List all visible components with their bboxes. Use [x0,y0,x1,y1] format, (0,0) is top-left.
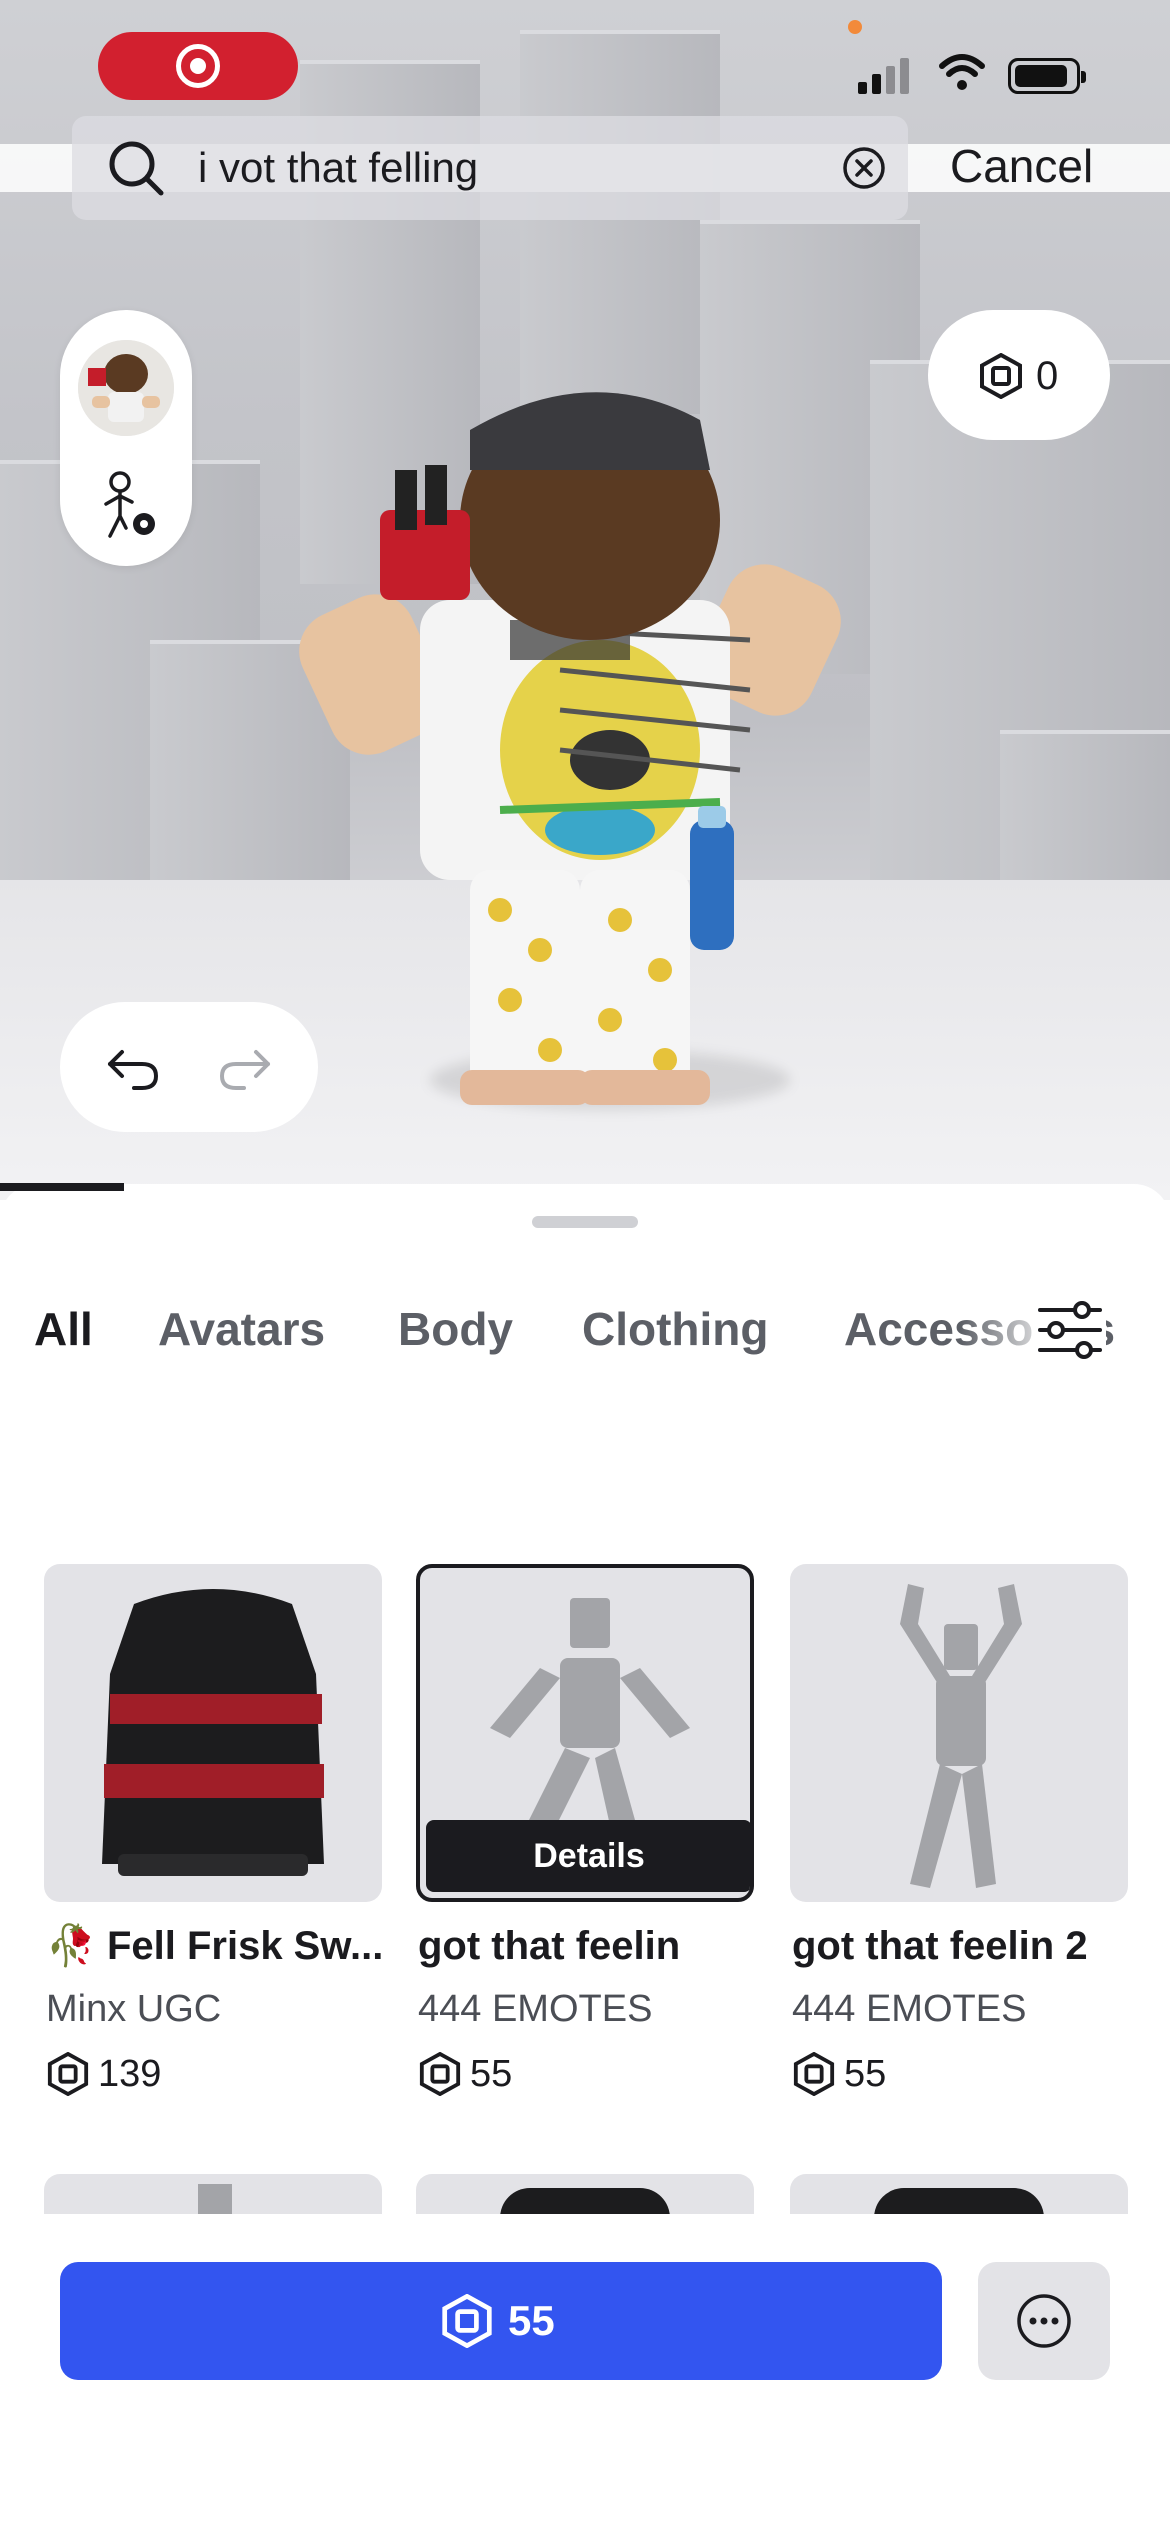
robux-icon [980,353,1022,399]
privacy-indicator-dot [848,20,862,34]
item-creator: Minx UGC [46,1988,222,2030]
item-creator: 444 EMOTES [418,1988,653,2030]
tab-clothing[interactable]: Clothing [582,1274,769,1384]
status-bar [0,0,1170,130]
tab-all[interactable]: All [34,1274,93,1384]
details-button[interactable]: Details [426,1820,750,1892]
battery-icon [1008,58,1086,94]
tab-body[interactable]: Body [398,1274,513,1384]
item-name: got that feelin 2 [792,1924,1088,1968]
wifi-icon [939,54,985,90]
buy-button[interactable]: 55 [60,2262,942,2380]
robux-icon [47,2052,89,2096]
robux-icon [442,2294,492,2348]
sweater-vest-image [102,1589,324,1876]
search-query-text[interactable]: i vot that felling [198,140,478,196]
item-name: got that feelin [418,1924,681,1968]
redo-icon[interactable] [210,1032,280,1102]
clothing-image [874,2188,1044,2214]
avatar-settings-icon[interactable] [96,470,160,542]
item-price: 139 [46,2048,161,2100]
more-options-icon [1017,2294,1071,2348]
item-thumbnail[interactable]: Details [416,1564,754,1902]
item-thumbnail[interactable] [790,1564,1128,1902]
search-icon [109,141,164,196]
next-row-preview [0,2174,1170,2214]
cancel-search-button[interactable]: Cancel [950,134,1093,198]
undo-redo-controls [60,1002,318,1132]
tab-avatars[interactable]: Avatars [158,1274,325,1384]
item-price: 55 [792,2048,886,2100]
undo-icon[interactable] [98,1032,168,1102]
emote-figure-image [198,2184,232,2214]
clothing-image [500,2188,670,2214]
item-creator: 444 EMOTES [792,1988,1027,2030]
category-tabs: All Avatars Body Clothing Accessories [0,1274,1170,1384]
filter-icon[interactable] [1034,1298,1106,1362]
clear-search-icon[interactable] [842,146,886,190]
item-thumbnail[interactable] [44,1564,382,1902]
item-name: 🥀 Fell Frisk Sw... [46,1924,384,1968]
robux-balance-value: 0 [1036,354,1059,398]
robux-icon [419,2052,461,2096]
rose-icon: 🥀 [46,1924,96,1968]
avatar-character [299,392,841,1105]
item-thumbnail[interactable] [44,2174,382,2214]
item-thumbnail[interactable] [790,2174,1128,2214]
active-tab-indicator [0,1183,124,1191]
avatar-thumbnail[interactable] [78,340,174,436]
item-thumbnail[interactable] [416,2174,754,2214]
emote-figure-image [900,1584,1022,1888]
more-options-button[interactable] [978,2262,1110,2380]
target-icon[interactable] [98,32,298,100]
search-input[interactable]: i vot that felling [72,116,908,220]
buy-button-price: 55 [508,2297,555,2344]
robux-balance-button[interactable]: 0 [928,310,1110,440]
item-price: 55 [418,2048,512,2100]
robux-icon [793,2052,835,2096]
avatar-switcher [60,310,192,566]
sheet-grabber[interactable] [532,1216,638,1228]
cellular-signal-icon [858,58,909,94]
